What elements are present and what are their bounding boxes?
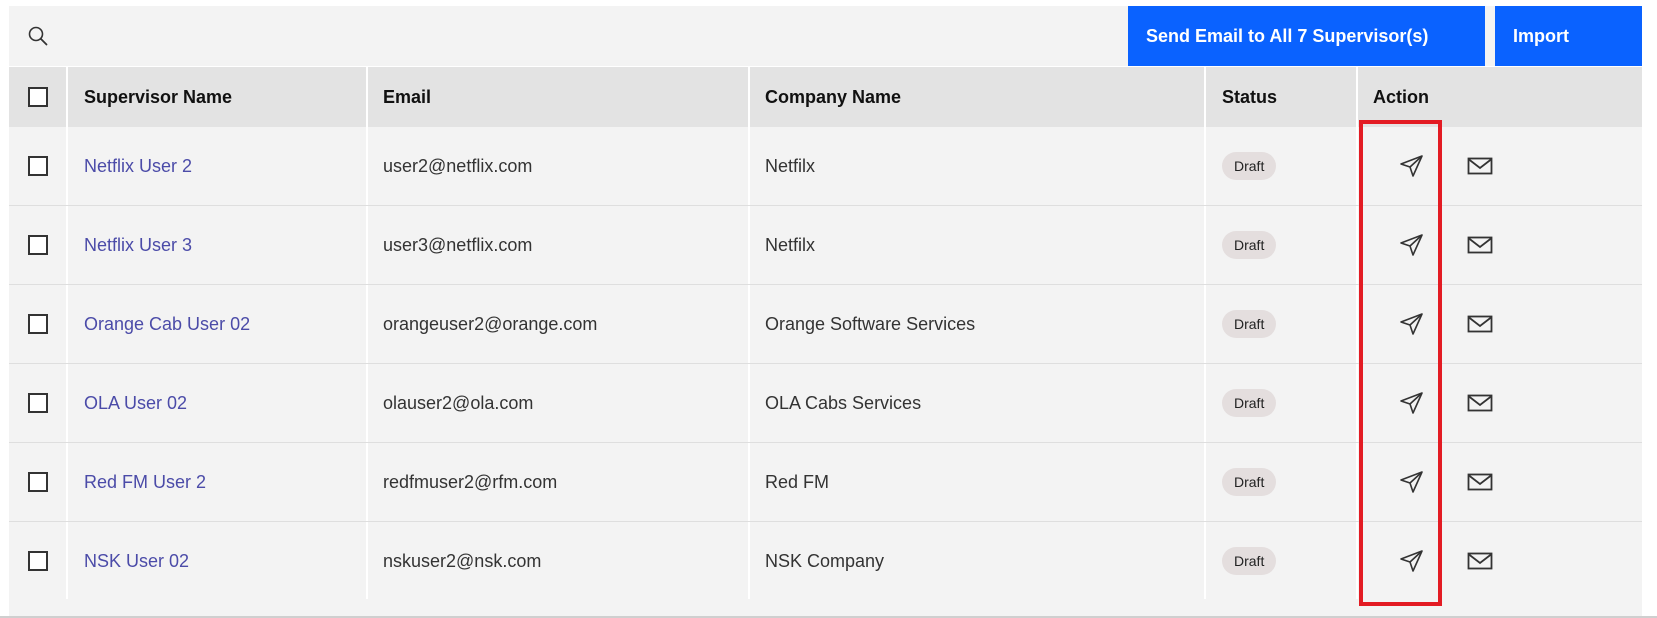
supervisor-name-link[interactable]: Red FM User 2 [84, 472, 206, 493]
company-cell: Red FM [748, 443, 1204, 521]
supervisor-table: Supervisor Name Email Company Name Statu… [9, 67, 1642, 601]
row-checkbox[interactable] [27, 314, 48, 334]
company-cell: OLA Cabs Services [748, 364, 1204, 442]
status-cell: Draft [1204, 285, 1356, 363]
row-checkbox[interactable] [27, 235, 48, 255]
table-row: Netflix User 2 user2@netflix.com Netfilx… [9, 127, 1642, 206]
email-cell: orangeuser2@orange.com [366, 285, 748, 363]
status-badge: Draft [1222, 231, 1277, 259]
row-select-cell [9, 206, 66, 284]
envelope-icon[interactable] [1466, 231, 1494, 259]
row-checkbox[interactable] [27, 156, 48, 176]
row-checkbox[interactable] [27, 393, 48, 413]
status-badge: Draft [1222, 468, 1277, 496]
email-text: redfmuser2@rfm.com [383, 471, 558, 492]
row-checkbox[interactable] [27, 551, 48, 571]
status-badge: Draft [1222, 310, 1277, 338]
email-cell: user3@netflix.com [366, 206, 748, 284]
action-cell [1356, 522, 1642, 600]
company-cell: Netfilx [748, 206, 1204, 284]
row-select-cell [9, 285, 66, 363]
status-cell: Draft [1204, 364, 1356, 442]
status-cell: Draft [1204, 206, 1356, 284]
status-badge: Draft [1222, 389, 1277, 417]
status-badge: Draft [1222, 547, 1277, 575]
company-text: OLA Cabs Services [765, 392, 922, 413]
supervisor-name-cell: NSK User 02 [66, 522, 366, 600]
header-action: Action [1356, 67, 1642, 127]
company-text: Orange Software Services [765, 313, 976, 334]
supervisor-name-cell: OLA User 02 [66, 364, 366, 442]
import-button[interactable]: Import [1495, 6, 1642, 66]
row-select-cell [9, 364, 66, 442]
supervisor-name-link[interactable]: Netflix User 2 [84, 156, 192, 177]
send-paper-plane-icon[interactable] [1398, 468, 1426, 496]
table-row: Red FM User 2 redfmuser2@rfm.com Red FM … [9, 443, 1642, 522]
header-company-name: Company Name [748, 67, 1204, 127]
action-cell [1356, 285, 1642, 363]
company-cell: Netfilx [748, 127, 1204, 205]
row-select-cell [9, 522, 66, 600]
table-row: OLA User 02 olauser2@ola.com OLA Cabs Se… [9, 364, 1642, 443]
row-select-cell [9, 127, 66, 205]
send-paper-plane-icon[interactable] [1398, 547, 1426, 575]
supervisor-name-cell: Netflix User 2 [66, 127, 366, 205]
table-body: Netflix User 2 user2@netflix.com Netfilx… [9, 127, 1642, 601]
action-cell [1356, 206, 1642, 284]
email-text: nskuser2@nsk.com [383, 550, 542, 571]
envelope-icon[interactable] [1466, 547, 1494, 575]
email-cell: redfmuser2@rfm.com [366, 443, 748, 521]
company-text: Netfilx [765, 155, 816, 176]
email-cell: olauser2@ola.com [366, 364, 748, 442]
supervisor-name-cell: Netflix User 3 [66, 206, 366, 284]
company-text: NSK Company [765, 550, 885, 571]
company-text: Netfilx [765, 234, 816, 255]
email-cell: user2@netflix.com [366, 127, 748, 205]
status-badge: Draft [1222, 152, 1277, 180]
search-icon[interactable] [27, 25, 49, 47]
table-row: NSK User 02 nskuser2@nsk.com NSK Company… [9, 522, 1642, 601]
supervisor-name-cell: Red FM User 2 [66, 443, 366, 521]
send-paper-plane-icon[interactable] [1398, 152, 1426, 180]
envelope-icon[interactable] [1466, 152, 1494, 180]
send-email-all-button[interactable]: Send Email to All 7 Supervisor(s) [1128, 6, 1485, 66]
action-cell [1356, 443, 1642, 521]
status-cell: Draft [1204, 127, 1356, 205]
status-cell: Draft [1204, 522, 1356, 600]
envelope-icon[interactable] [1466, 389, 1494, 417]
select-all-checkbox[interactable] [27, 87, 48, 107]
supervisor-name-link[interactable]: Orange Cab User 02 [84, 314, 250, 335]
send-paper-plane-icon[interactable] [1398, 231, 1426, 259]
table-row: Orange Cab User 02 orangeuser2@orange.co… [9, 285, 1642, 364]
email-text: user2@netflix.com [383, 155, 533, 176]
envelope-icon[interactable] [1466, 468, 1494, 496]
send-paper-plane-icon[interactable] [1398, 310, 1426, 338]
company-text: Red FM [765, 471, 830, 492]
company-cell: NSK Company [748, 522, 1204, 600]
header-status: Status [1204, 67, 1356, 127]
company-cell: Orange Software Services [748, 285, 1204, 363]
supervisor-name-link[interactable]: Netflix User 3 [84, 235, 192, 256]
supervisor-name-link[interactable]: NSK User 02 [84, 551, 189, 572]
email-cell: nskuser2@nsk.com [366, 522, 748, 600]
action-cell [1356, 127, 1642, 205]
header-select-cell [9, 67, 66, 127]
send-paper-plane-icon[interactable] [1398, 389, 1426, 417]
supervisor-name-cell: Orange Cab User 02 [66, 285, 366, 363]
row-checkbox[interactable] [27, 472, 48, 492]
toolbar: Send Email to All 7 Supervisor(s) Import [9, 6, 1642, 66]
action-cell [1356, 364, 1642, 442]
header-supervisor-name: Supervisor Name [66, 67, 366, 127]
table-header-row: Supervisor Name Email Company Name Statu… [9, 67, 1642, 127]
envelope-icon[interactable] [1466, 310, 1494, 338]
email-text: user3@netflix.com [383, 234, 533, 255]
status-cell: Draft [1204, 443, 1356, 521]
row-select-cell [9, 443, 66, 521]
supervisor-name-link[interactable]: OLA User 02 [84, 393, 187, 414]
table-row: Netflix User 3 user3@netflix.com Netfilx… [9, 206, 1642, 285]
email-text: olauser2@ola.com [383, 392, 534, 413]
header-email: Email [366, 67, 748, 127]
email-text: orangeuser2@orange.com [383, 313, 598, 334]
